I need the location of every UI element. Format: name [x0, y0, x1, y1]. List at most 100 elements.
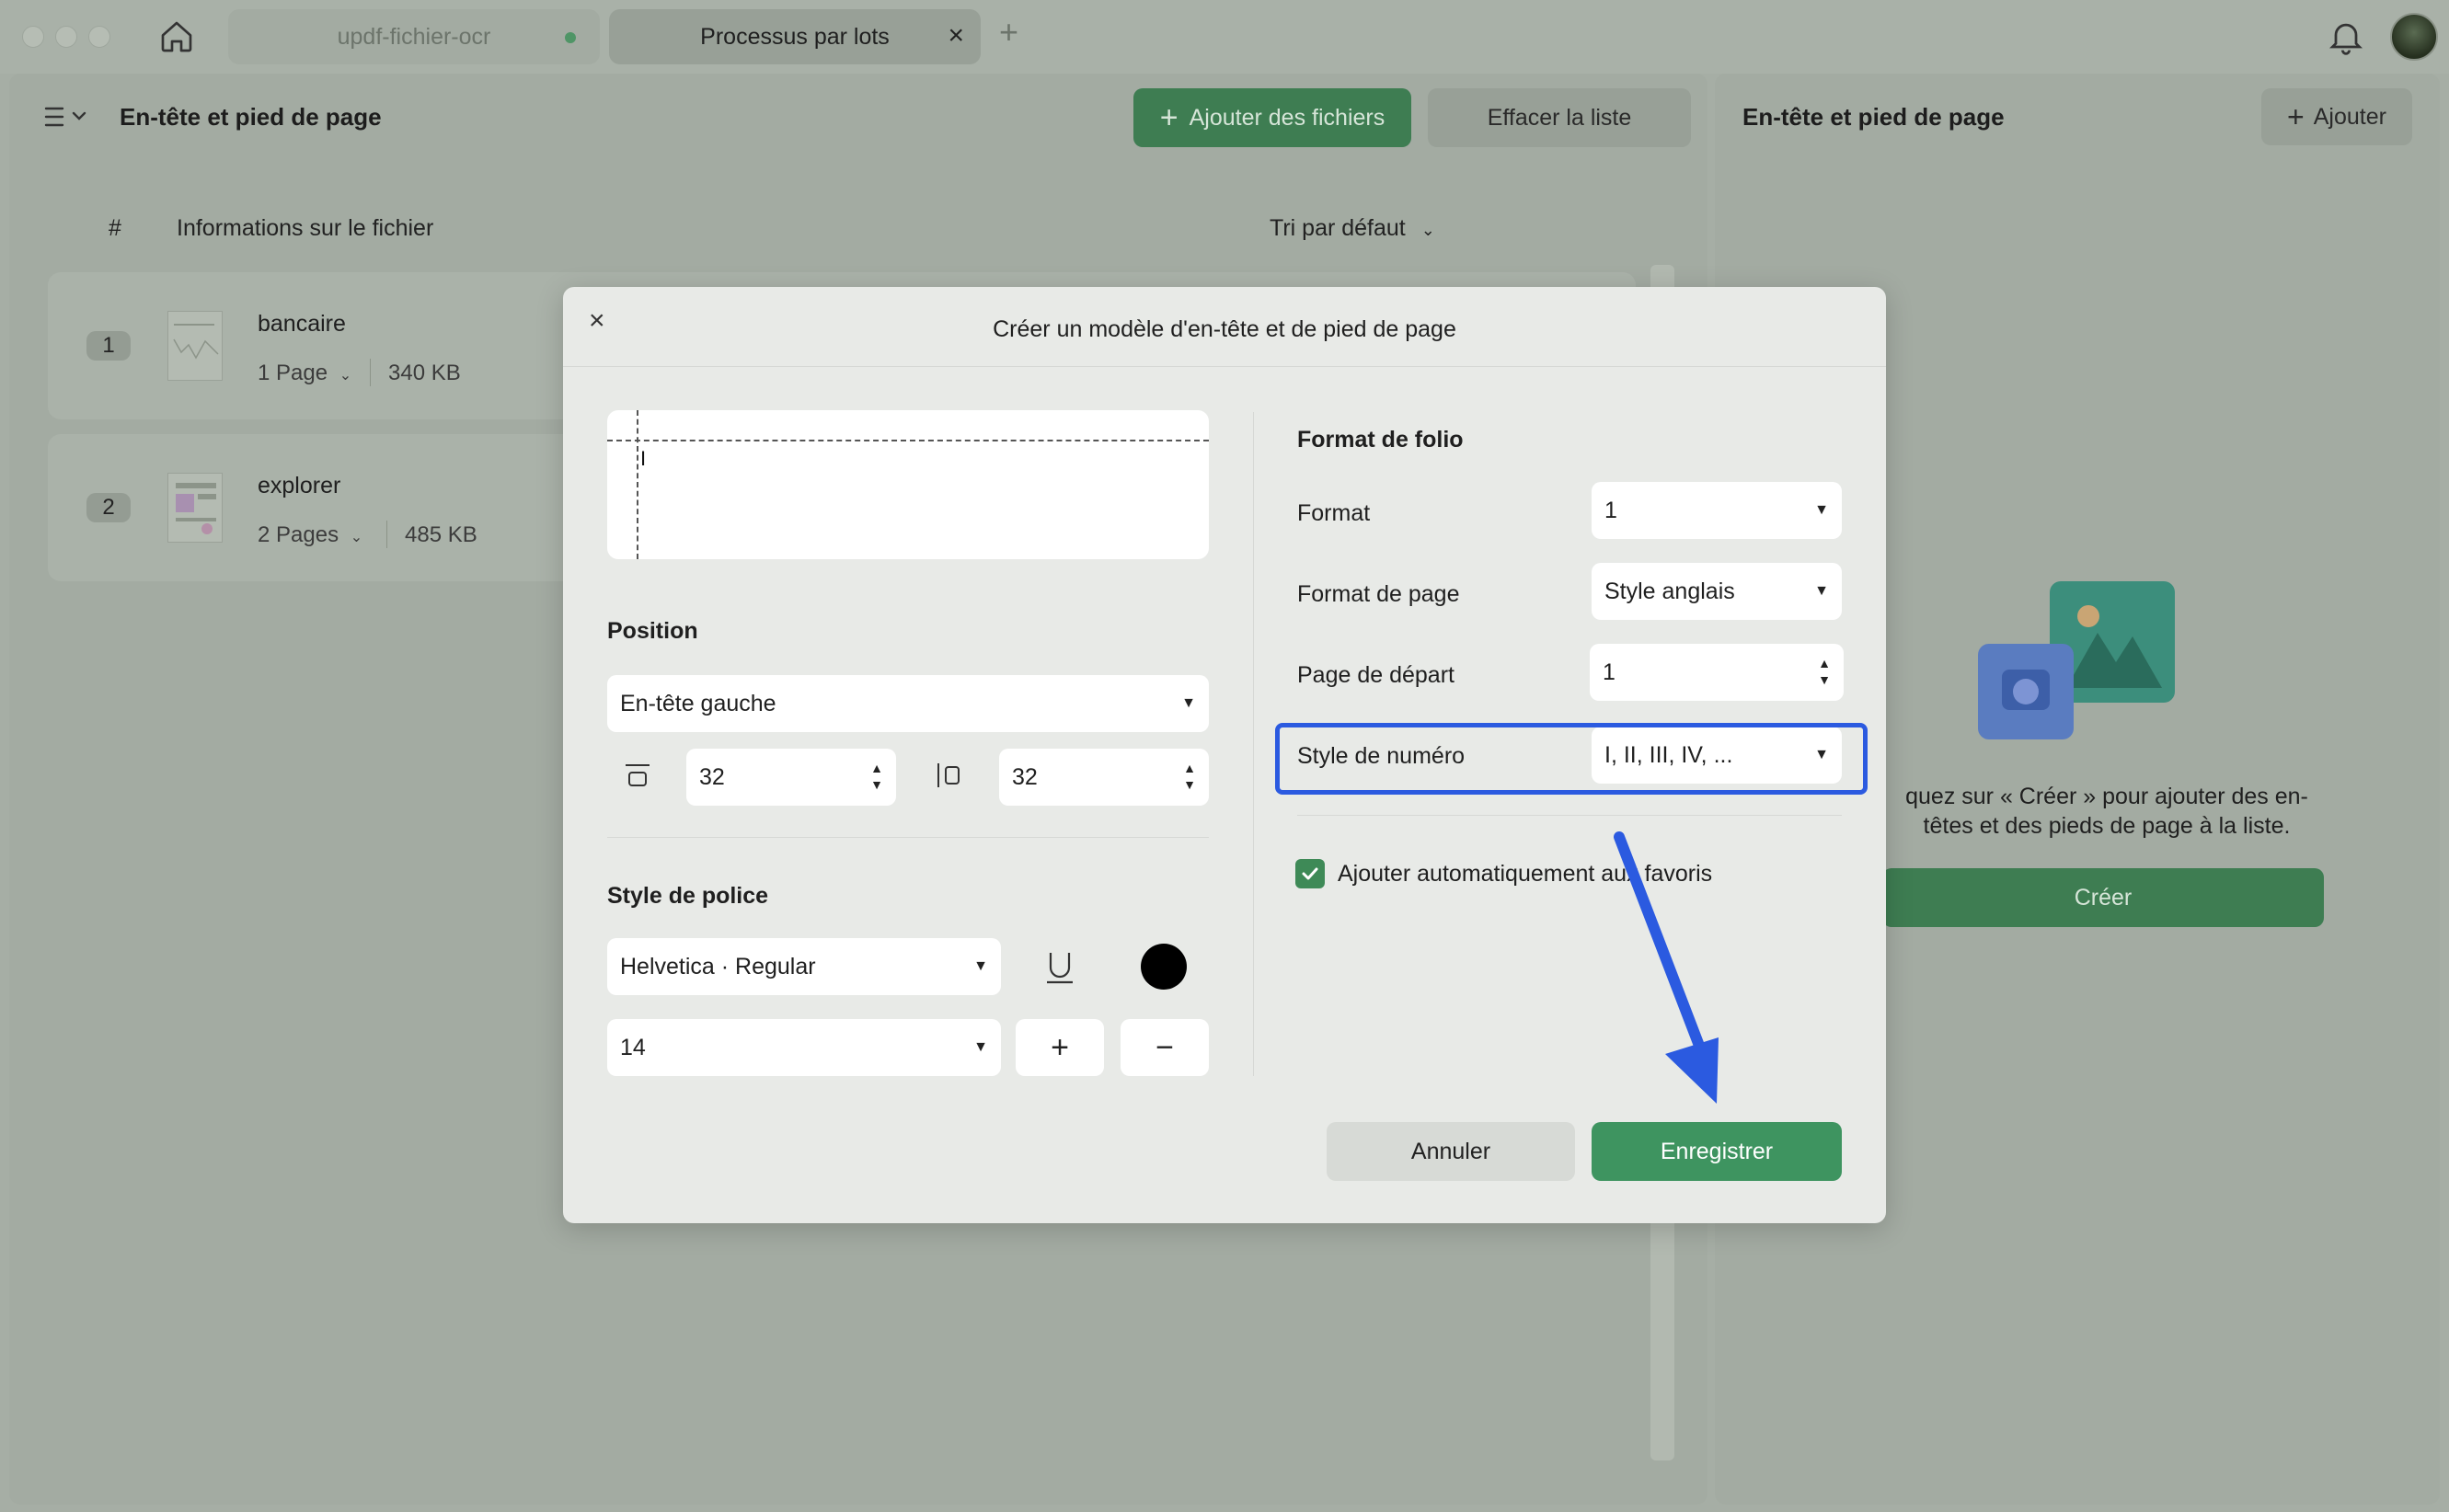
file-name: explorer	[258, 473, 341, 498]
plus-icon: +	[2287, 100, 2305, 133]
window-minimize-button[interactable]	[55, 26, 77, 48]
dialog-divider	[563, 366, 1886, 367]
position-value: En-tête gauche	[620, 690, 776, 716]
dropdown-arrow-icon: ▼	[973, 1039, 988, 1055]
cancel-button[interactable]: Annuler	[1327, 1122, 1575, 1181]
dropdown-arrow-icon: ▼	[1814, 502, 1829, 518]
hamburger-icon	[44, 107, 86, 127]
tab-updf-fichier-ocr[interactable]: updf-fichier-ocr	[228, 9, 600, 64]
add-template-button[interactable]: + Ajouter	[2261, 88, 2412, 145]
top-margin-value: 32	[699, 763, 725, 790]
meta-divider	[386, 521, 387, 548]
clear-list-button[interactable]: Effacer la liste	[1428, 88, 1691, 147]
empty-state-hint: quez sur « Créer » pour ajouter des en- …	[1868, 782, 2346, 841]
start-page-stepper[interactable]: 1 ▲ ▼	[1590, 644, 1844, 701]
templates-panel-title: En-tête et pied de page	[1742, 103, 2005, 131]
stepper-arrows-icon[interactable]: ▲ ▼	[870, 760, 883, 793]
underline-icon[interactable]	[1043, 949, 1076, 991]
font-style-label: Style de police	[607, 883, 769, 909]
format-select[interactable]: 1 ▼	[1592, 482, 1842, 539]
tab-processus-par-lots[interactable]: Processus par lots ×	[609, 9, 981, 64]
file-pages-dropdown[interactable]: 2 Pages ⌄	[258, 522, 362, 548]
file-index-badge: 1	[86, 331, 131, 361]
auto-favorites-checkbox[interactable]	[1295, 859, 1325, 888]
page-format-value: Style anglais	[1604, 578, 1735, 604]
unsaved-dot-icon	[565, 32, 576, 43]
margin-guide-horizontal	[607, 440, 1209, 441]
column-number-header: #	[109, 215, 121, 241]
meta-divider	[370, 359, 371, 386]
hint-line: quez sur « Créer » pour ajouter des en-	[1905, 784, 2308, 809]
checkmark-icon	[1302, 867, 1318, 880]
format-value: 1	[1604, 497, 1617, 523]
side-margin-stepper[interactable]: 32 ▲ ▼	[999, 749, 1209, 806]
window-maximize-button[interactable]	[88, 26, 110, 48]
header-preview[interactable]: I	[607, 410, 1209, 559]
stepper-arrows-icon[interactable]: ▲ ▼	[1818, 655, 1831, 688]
file-pages: 1 Page	[258, 361, 328, 385]
font-family-select[interactable]: Helvetica · Regular ▼	[607, 938, 1001, 995]
add-files-label: Ajouter des fichiers	[1189, 104, 1385, 131]
font-size-select[interactable]: 14 ▼	[607, 1019, 1001, 1076]
top-margin-icon	[622, 760, 653, 796]
page-format-label: Format de page	[1297, 581, 1460, 607]
format-label: Format	[1297, 500, 1371, 526]
file-index-badge: 2	[86, 493, 131, 522]
margin-guide-vertical	[637, 410, 638, 559]
dropdown-arrow-icon: ▼	[1181, 695, 1196, 711]
section-divider	[1297, 815, 1842, 816]
close-tab-icon[interactable]: ×	[948, 20, 964, 52]
stepper-arrows-icon[interactable]: ▲ ▼	[1183, 760, 1196, 793]
start-page-value: 1	[1603, 659, 1615, 685]
window-close-button[interactable]	[22, 26, 44, 48]
dialog-title: Créer un modèle d'en-tête et de pied de …	[993, 316, 1456, 342]
file-name: bancaire	[258, 311, 346, 337]
position-select[interactable]: En-tête gauche ▼	[607, 675, 1209, 732]
file-size: 340 KB	[388, 361, 461, 385]
add-template-label: Ajouter	[2313, 103, 2386, 130]
file-size: 485 KB	[405, 522, 477, 547]
sort-label: Tri par défaut	[1270, 215, 1406, 241]
home-icon	[161, 21, 192, 52]
add-files-button[interactable]: + Ajouter des fichiers	[1133, 88, 1411, 147]
file-thumbnail	[167, 473, 223, 543]
tab-label: updf-fichier-ocr	[337, 23, 491, 50]
highlight-annotation	[1275, 723, 1868, 795]
file-thumbnail	[167, 311, 223, 381]
top-margin-stepper[interactable]: 32 ▲ ▼	[686, 749, 896, 806]
font-color-swatch[interactable]	[1141, 944, 1187, 990]
chevron-down-icon: ⌄	[339, 368, 352, 384]
arrow-annotation-icon	[1614, 831, 1719, 1104]
folio-format-label: Format de folio	[1297, 427, 1464, 452]
menu-toggle[interactable]	[42, 103, 98, 131]
chevron-down-icon: ⌄	[1420, 221, 1435, 239]
empty-state-illustration-icon	[1978, 579, 2180, 745]
section-divider	[607, 837, 1209, 838]
file-pages: 2 Pages	[258, 522, 339, 547]
panel-title: En-tête et pied de page	[120, 103, 382, 131]
sort-dropdown[interactable]: Tri par défaut ⌄	[1270, 215, 1435, 242]
hint-line: têtes et des pieds de page à la liste.	[1923, 813, 2291, 839]
chevron-down-icon: ⌄	[350, 530, 363, 545]
font-family-value: Helvetica · Regular	[620, 953, 816, 979]
column-divider	[1253, 412, 1254, 1076]
side-margin-value: 32	[1012, 763, 1038, 790]
new-tab-plus-icon[interactable]: +	[999, 13, 1018, 52]
start-page-label: Page de départ	[1297, 662, 1454, 688]
font-size-value: 14	[620, 1034, 646, 1060]
preview-caret: I	[640, 447, 647, 470]
create-template-button[interactable]: Créer	[1882, 868, 2324, 927]
user-avatar[interactable]	[2390, 13, 2438, 61]
page-format-select[interactable]: Style anglais ▼	[1592, 563, 1842, 620]
dropdown-arrow-icon: ▼	[973, 958, 988, 974]
file-pages-dropdown[interactable]: 1 Page ⌄	[258, 361, 351, 386]
side-margin-icon	[935, 760, 966, 796]
dropdown-arrow-icon: ▼	[1814, 583, 1829, 599]
notification-bell-icon[interactable]	[2326, 17, 2366, 57]
column-info-header: Informations sur le fichier	[177, 215, 434, 241]
font-size-decrease-button[interactable]: −	[1121, 1019, 1209, 1076]
plus-icon: +	[1159, 100, 1179, 135]
home-button[interactable]	[155, 15, 199, 59]
font-size-increase-button[interactable]: +	[1016, 1019, 1104, 1076]
tab-label: Processus par lots	[700, 23, 890, 50]
